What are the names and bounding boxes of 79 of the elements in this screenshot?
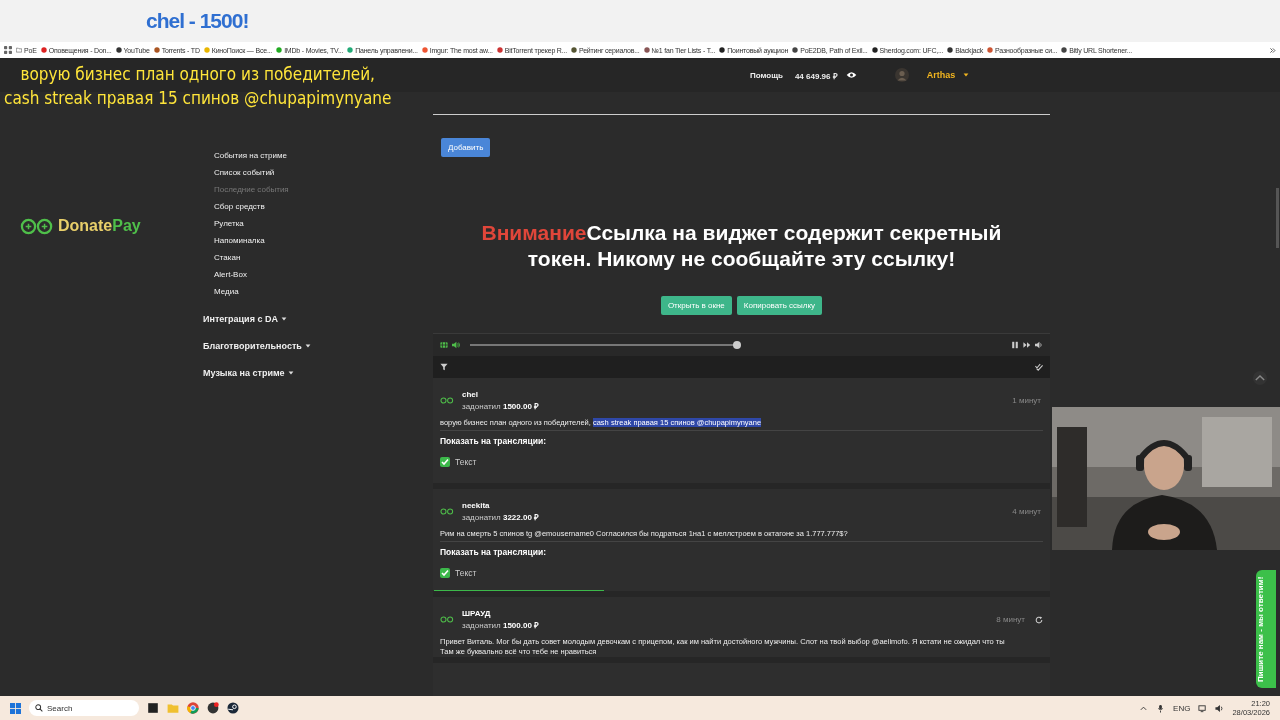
donation-amount: задонатил 1500.00 ₽: [462, 401, 540, 411]
browser-icon[interactable]: [187, 702, 199, 714]
sidebar-item[interactable]: Рулетка: [214, 215, 311, 232]
site-icon: [347, 47, 354, 53]
donor-name: neekita: [462, 501, 491, 510]
site-icon: [153, 47, 160, 53]
site-icon: [203, 47, 210, 53]
sidebar-item[interactable]: Напоминалка: [214, 232, 311, 249]
language-indicator[interactable]: ENG: [1173, 703, 1191, 713]
site-icon: [947, 47, 954, 53]
warning-message: ВниманиеСсылка на виджет содержит секретный токен. Никому не сообщайте эту ссылку!: [480, 220, 1003, 272]
site-icon: [421, 47, 428, 53]
pause-icon[interactable]: [1011, 341, 1019, 349]
refresh-icon[interactable]: [1035, 615, 1043, 624]
windows-start-icon[interactable]: [10, 702, 21, 714]
volume-icon[interactable]: [1035, 341, 1043, 349]
show-label: Показать на трансляции:: [440, 547, 547, 557]
alert-text: chel - 1500!: [146, 9, 249, 33]
sidebar-item[interactable]: События на стриме: [214, 147, 311, 164]
apps-icon[interactable]: [4, 46, 12, 54]
sidebar-item[interactable]: Стакан: [214, 249, 311, 266]
microphone-icon[interactable]: [1156, 703, 1166, 713]
site-icon: [276, 47, 283, 53]
add-button[interactable]: Добавить: [441, 138, 491, 157]
folder-icon: [16, 47, 22, 53]
site-icon: [496, 47, 503, 53]
user-menu[interactable]: Arthas: [926, 70, 956, 80]
donation-time: 4 минут: [1012, 507, 1041, 516]
film-icon[interactable]: [440, 341, 448, 349]
site-icon: [987, 47, 994, 53]
donation-time: 8 минут: [996, 615, 1025, 624]
volume-icon[interactable]: [452, 341, 460, 349]
sidebar-item[interactable]: Список событий: [214, 164, 311, 181]
donation-time: 1 минут: [1012, 396, 1041, 405]
sidebar-item[interactable]: Сбор средств: [214, 198, 311, 215]
balance: 44 649.96 ₽: [794, 70, 838, 81]
site-icon: [115, 47, 122, 53]
site-icon: [643, 47, 650, 53]
scroll-top-button[interactable]: [1253, 371, 1267, 385]
donor-name: chel: [462, 390, 479, 399]
checkmark-icon: [440, 568, 450, 578]
donation-amount: задонатил 3222.00 ₽: [462, 512, 540, 522]
filter-icon[interactable]: [440, 363, 448, 371]
caret-icon[interactable]: [287, 370, 294, 375]
text-checkbox[interactable]: Текст: [440, 568, 477, 578]
taskbar-search[interactable]: Search: [29, 700, 139, 716]
caret-icon[interactable]: [304, 343, 311, 348]
sidebar-item[interactable]: Alert-Box: [214, 266, 311, 283]
stream-caption: ворую бизнес план одного из победителей,: [20, 63, 375, 86]
speaker-icon[interactable]: [1215, 703, 1225, 713]
sidebar-item[interactable]: Медиа: [214, 283, 311, 300]
stream-caption: cash streak правая 15 спинов @chupapimynyane: [4, 87, 392, 110]
caret-icon[interactable]: [963, 73, 970, 77]
eye-icon[interactable]: [845, 71, 857, 79]
donor-name: ШРАУД: [462, 609, 492, 618]
search-icon: [35, 704, 43, 712]
site-icon: [40, 47, 47, 53]
site-icon: [1061, 47, 1068, 53]
network-icon[interactable]: [1198, 703, 1208, 713]
task-view-icon[interactable]: [147, 702, 159, 714]
skip-icon[interactable]: [1023, 341, 1031, 349]
sidebar-section[interactable]: Музыка на стриме: [203, 367, 285, 378]
caret-icon[interactable]: [280, 316, 287, 321]
avatar[interactable]: [894, 68, 909, 82]
site-icon: [792, 47, 799, 53]
double-check-icon[interactable]: [1035, 363, 1043, 371]
show-label: Показать на трансляции:: [440, 436, 547, 446]
logo-text: DonatePay: [58, 217, 141, 235]
donation-amount: задонатил 1500.00 ₽: [462, 620, 540, 630]
site-icon: [570, 47, 577, 53]
site-icon: [871, 47, 878, 53]
sidebar-section[interactable]: Интеграция с DA: [203, 313, 278, 324]
app-icon[interactable]: [207, 702, 219, 714]
site-icon: [719, 47, 726, 53]
help-link[interactable]: Помощь: [750, 70, 783, 80]
checkmark-icon: [440, 457, 450, 467]
sidebar-section[interactable]: Благотворительность: [203, 340, 302, 351]
text-checkbox[interactable]: Текст: [440, 457, 477, 467]
more-bookmarks-icon[interactable]: [1269, 46, 1276, 54]
